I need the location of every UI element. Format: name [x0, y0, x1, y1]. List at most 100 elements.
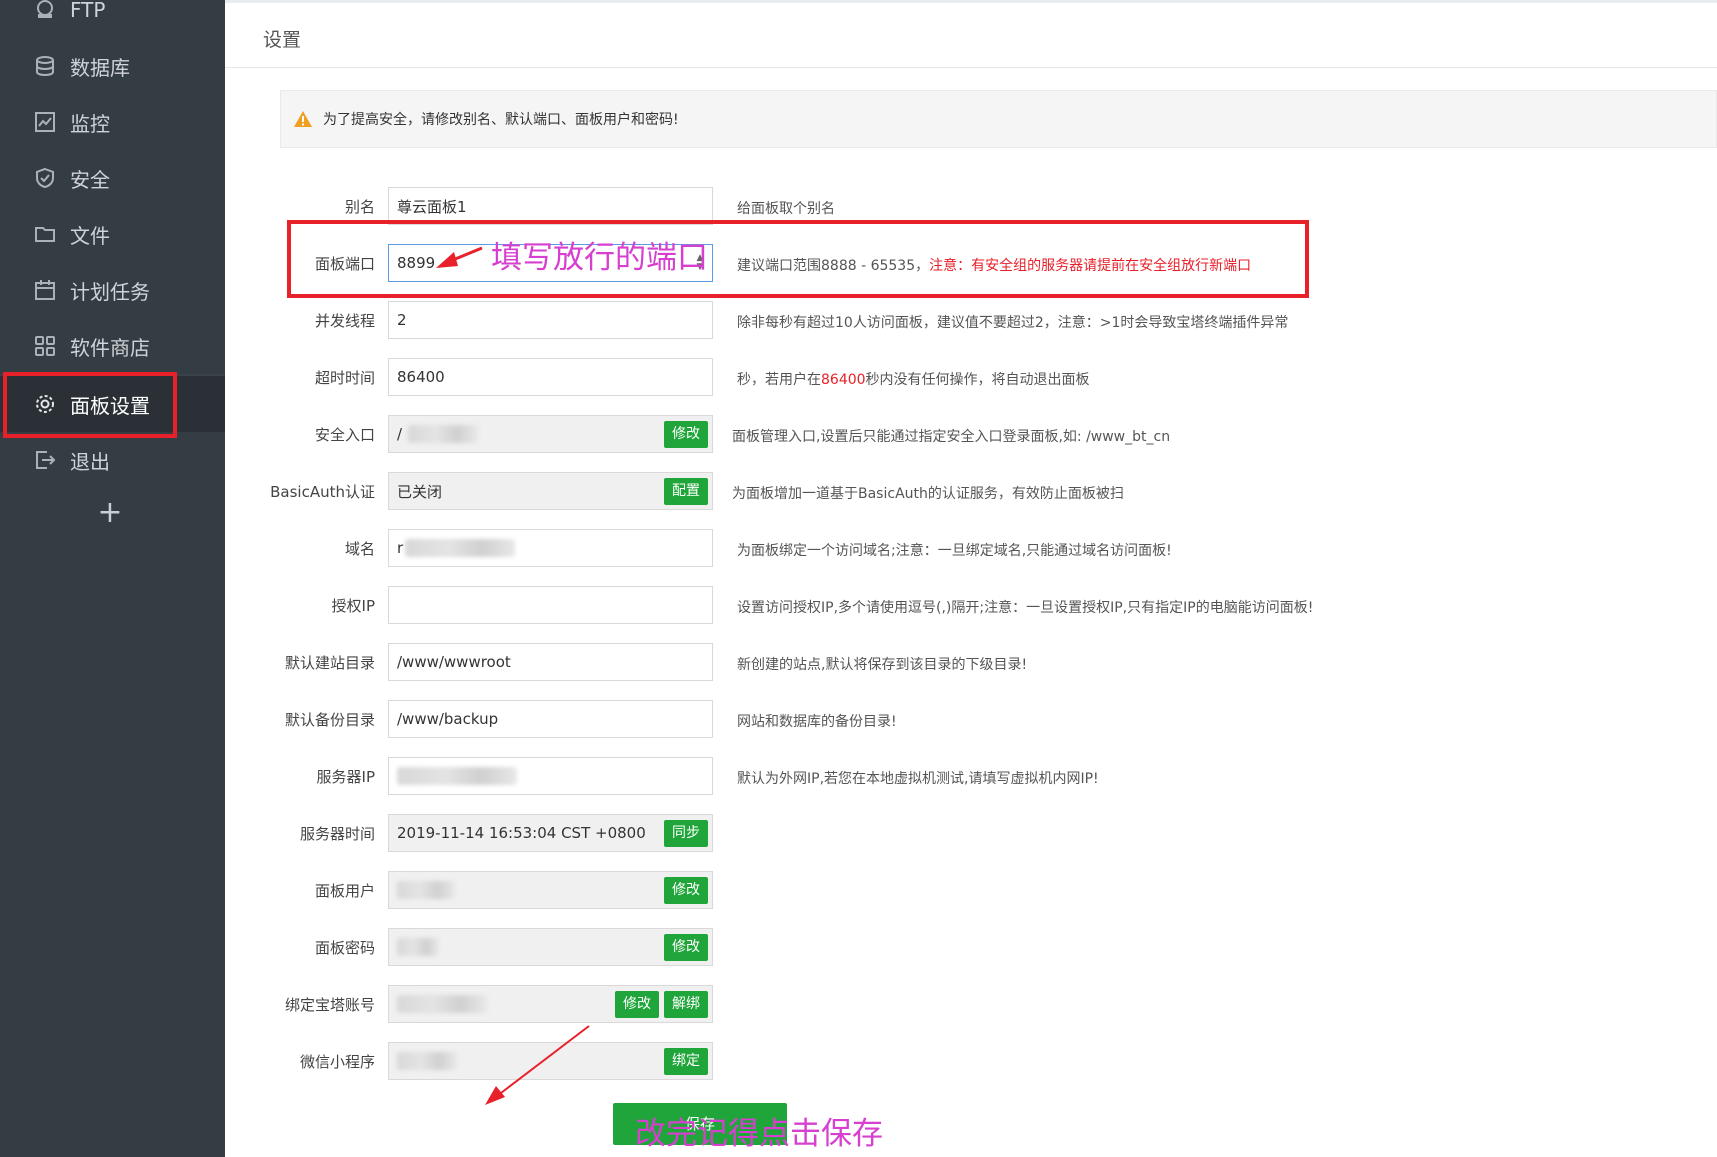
user-edit-button[interactable]: 修改 [664, 877, 708, 904]
timeout-hint: 秒，若用户在86400秒内没有任何操作，将自动退出面板 [737, 369, 1090, 389]
add-menu-button[interactable]: + [95, 498, 125, 528]
calendar-icon [34, 279, 56, 301]
btaccount-input: 修改 解绑 [388, 985, 713, 1023]
redacted-value [397, 938, 439, 956]
row-port: 面板端口 8899 ▲ ▼ 建议端口范围8888 - 65535，注意：有安全组的… [225, 244, 1717, 282]
row-servertime: 服务器时间 2019-11-14 16:53:04 CST +0800 同步 [225, 814, 1717, 852]
timeout-label: 超时时间 [314, 369, 375, 387]
alias-hint: 给面板取个别名 [737, 201, 835, 217]
redacted-value [397, 1052, 457, 1070]
btaccount-edit-button[interactable]: 修改 [615, 991, 659, 1018]
port-hint-text: 建议端口范围8888 - 65535， [737, 258, 930, 274]
basicauth-config-button[interactable]: 配置 [664, 478, 708, 505]
database-icon [34, 55, 56, 77]
row-user: 面板用户 修改 [225, 871, 1717, 909]
sidebar-item-monitor[interactable]: 监控 [0, 94, 225, 150]
redacted-value [405, 539, 516, 557]
basicauth-label: BasicAuth认证 [270, 483, 375, 501]
ftp-icon [34, 0, 56, 21]
wechat-input: 绑定 [388, 1042, 713, 1080]
domain-label: 域名 [344, 540, 375, 558]
row-siteroot: 默认建站目录 /www/wwwroot 新创建的站点,默认将保存到该目录的下级目… [225, 643, 1717, 681]
siteroot-label: 默认建站目录 [284, 654, 375, 672]
authip-input[interactable] [388, 586, 713, 624]
sidebar-item-logout[interactable]: 退出 [0, 432, 225, 488]
sidebar-item-label: 监控 [70, 111, 110, 136]
password-edit-button[interactable]: 修改 [664, 934, 708, 961]
password-label: 面板密码 [314, 939, 375, 957]
shield-icon [34, 167, 56, 189]
row-alias: 别名 尊云面板1 给面板取个别名 [225, 187, 1717, 225]
row-timeout: 超时时间 86400 秒，若用户在86400秒内没有任何操作，将自动退出面板 [225, 358, 1717, 396]
backup-hint: 网站和数据库的备份目录! [737, 714, 897, 730]
row-serverip: 服务器IP 默认为外网IP,若您在本地虚拟机测试,请填写虚拟机内网IP! [225, 757, 1717, 795]
row-backup: 默认备份目录 /www/backup 网站和数据库的备份目录! [225, 700, 1717, 738]
wechat-bind-button[interactable]: 绑定 [664, 1048, 708, 1075]
password-input: 修改 [388, 928, 713, 966]
threads-hint: 除非每秒有超过10人访问面板，建议值不要超过2，注意：>1时会导致宝塔终端插件异… [737, 315, 1289, 331]
sidebar-item-files[interactable]: 文件 [0, 206, 225, 262]
redacted-value [408, 425, 479, 443]
alias-input[interactable]: 尊云面板1 [388, 187, 713, 225]
authip-hint: 设置访问授权IP,多个请使用逗号(,)隔开;注意：一旦设置授权IP,只有指定IP… [737, 600, 1314, 616]
siteroot-input[interactable]: /www/wwwroot [388, 643, 713, 681]
redacted-value [397, 881, 455, 899]
sidebar: FTP 数据库 监控 安全 文件 计划任务 软件商店 面板设置 退出 + [0, 0, 225, 1157]
serverip-label: 服务器IP [316, 768, 375, 786]
entry-label: 安全入口 [314, 426, 375, 444]
sidebar-item-database[interactable]: 数据库 [0, 38, 225, 94]
folder-icon [34, 223, 56, 245]
backup-input[interactable]: /www/backup [388, 700, 713, 738]
row-password: 面板密码 修改 [225, 928, 1717, 966]
row-entry: 安全入口 / 修改 面板管理入口,设置后只能通过指定安全入口登录面板,如: /w… [225, 415, 1717, 453]
timeout-input[interactable]: 86400 [388, 358, 713, 396]
redacted-value [397, 767, 517, 785]
port-label: 面板端口 [314, 255, 375, 273]
sidebar-item-cron[interactable]: 计划任务 [0, 262, 225, 318]
sidebar-item-store[interactable]: 软件商店 [0, 318, 225, 374]
gear-icon [34, 393, 56, 415]
domain-value: r [397, 539, 404, 557]
servertime-input: 2019-11-14 16:53:04 CST +0800 同步 [388, 814, 713, 852]
domain-input[interactable]: r [388, 529, 713, 567]
sidebar-item-label: 计划任务 [70, 279, 150, 304]
row-btaccount: 绑定宝塔账号 修改 解绑 [225, 985, 1717, 1023]
user-label: 面板用户 [314, 882, 375, 900]
servertime-label: 服务器时间 [299, 825, 375, 843]
servertime-value: 2019-11-14 16:53:04 CST +0800 [397, 824, 646, 842]
redacted-value [397, 995, 487, 1013]
wechat-label: 微信小程序 [299, 1053, 375, 1071]
btaccount-unbind-button[interactable]: 解绑 [664, 991, 708, 1018]
monitor-icon [34, 111, 56, 133]
sidebar-item-panel-settings[interactable]: 面板设置 [0, 376, 225, 432]
sidebar-item-ftp[interactable]: FTP [0, 0, 225, 38]
basicauth-input: 已关闭 配置 [388, 472, 713, 510]
siteroot-hint: 新创建的站点,默认将保存到该目录的下级目录! [737, 657, 1028, 673]
backup-label: 默认备份目录 [284, 711, 375, 729]
page-header: 设置 [225, 0, 1717, 68]
annotation-save-note: 改完记得点击保存 [635, 1116, 883, 1152]
timeout-hint-value: 86400 [821, 372, 866, 388]
alert-text: 为了提高安全，请修改别名、默认端口、面板用户和密码! [323, 112, 679, 128]
basicauth-hint: 为面板增加一道基于BasicAuth的认证服务，有效防止面板被扫 [732, 486, 1124, 502]
port-hint: 建议端口范围8888 - 65535，注意：有安全组的服务器请提前在安全组放行新… [737, 255, 1251, 275]
annotation-port-note: 填写放行的端口 [491, 240, 708, 276]
row-threads: 并发线程 2 除非每秒有超过10人访问面板，建议值不要超过2，注意：>1时会导致… [225, 301, 1717, 339]
sidebar-item-security[interactable]: 安全 [0, 150, 225, 206]
servertime-sync-button[interactable]: 同步 [664, 820, 708, 847]
entry-edit-button[interactable]: 修改 [664, 421, 708, 448]
logout-icon [34, 449, 56, 471]
page-title: 设置 [263, 29, 302, 51]
threads-input[interactable]: 2 [388, 301, 713, 339]
row-domain: 域名 r 为面板绑定一个访问域名;注意：一旦绑定域名,只能通过域名访问面板! [225, 529, 1717, 567]
alias-label: 别名 [344, 198, 375, 216]
threads-label: 并发线程 [314, 312, 375, 330]
sidebar-item-label: 文件 [70, 223, 110, 248]
user-input: 修改 [388, 871, 713, 909]
main-content: 设置 为了提高安全，请修改别名、默认端口、面板用户和密码! 别名 尊云面板1 给… [225, 0, 1717, 1157]
basicauth-value: 已关闭 [397, 482, 443, 501]
entry-hint: 面板管理入口,设置后只能通过指定安全入口登录面板,如: /www_bt_cn [732, 429, 1171, 445]
serverip-input[interactable] [388, 757, 713, 795]
timeout-hint-a: 秒，若用户在 [737, 372, 821, 388]
btaccount-label: 绑定宝塔账号 [284, 996, 375, 1014]
